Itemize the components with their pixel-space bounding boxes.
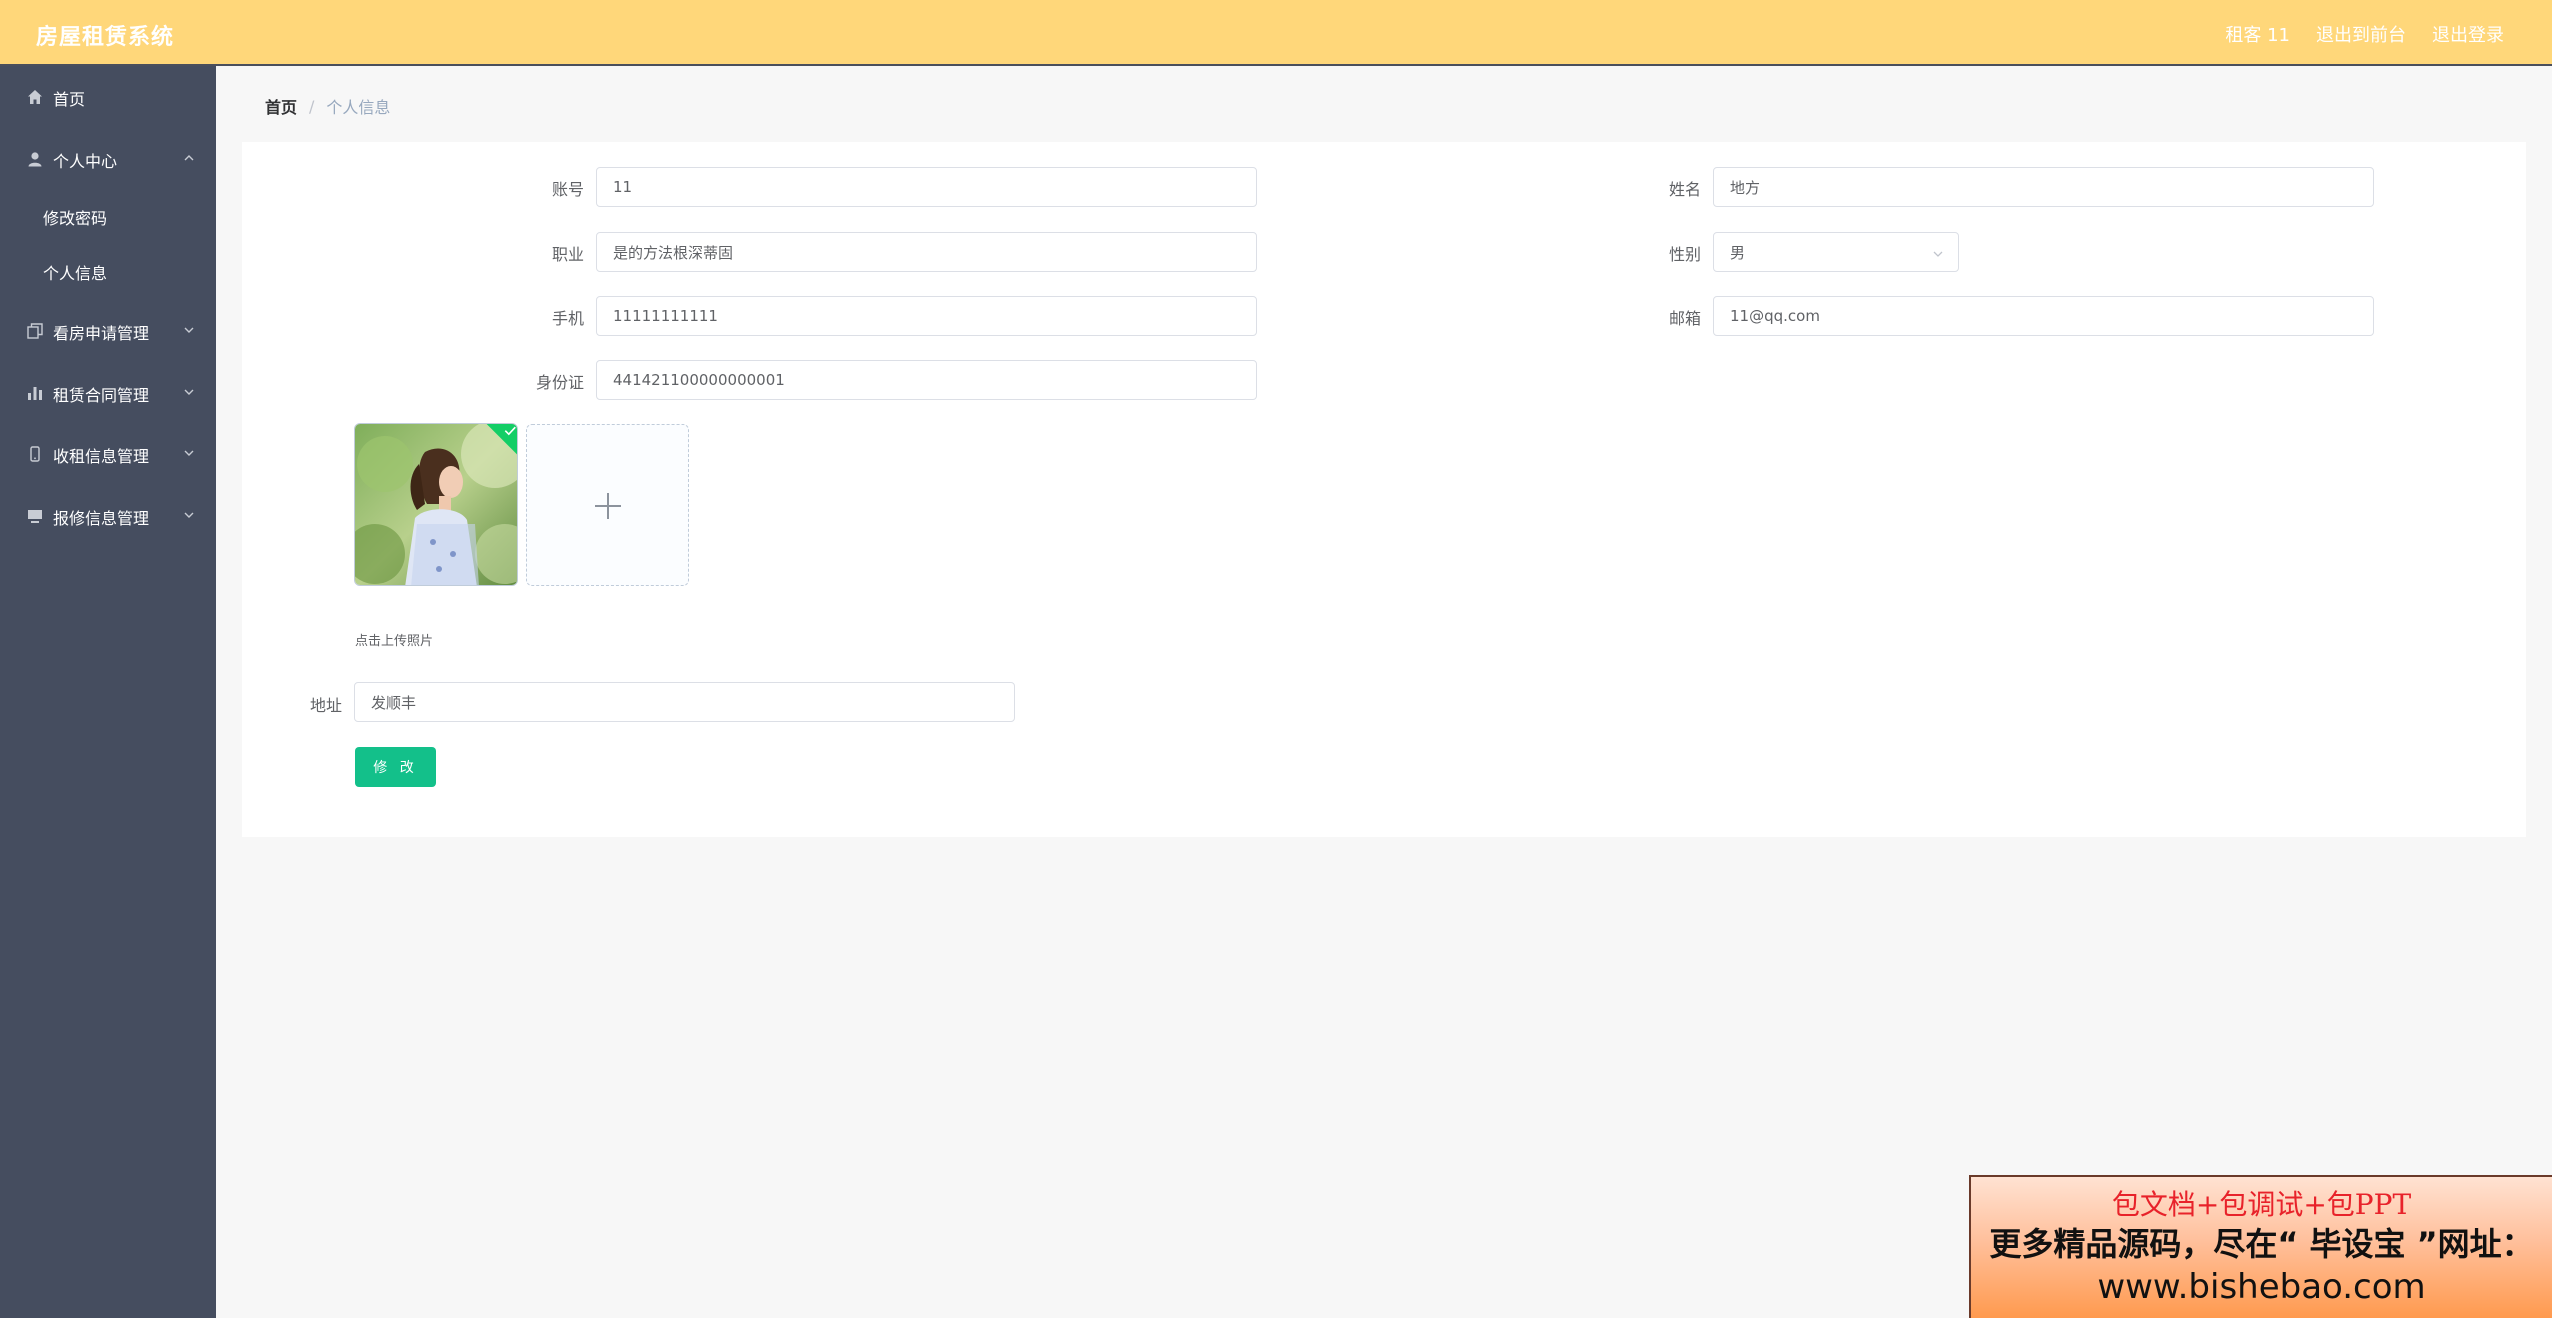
submit-update-button[interactable]: 修 改	[355, 747, 436, 787]
user-label: 租客 11	[2225, 25, 2290, 46]
gender-select[interactable]: 男	[1713, 232, 1959, 272]
sidebar-item-label: 看房申请管理	[53, 324, 150, 343]
app-title: 房屋租赁系统	[36, 25, 175, 50]
promo-url: www.bishebao.com	[2097, 1267, 2426, 1307]
account-field[interactable]: 11	[596, 167, 1257, 207]
photo-image	[355, 424, 517, 585]
sidebar-item-rent-collection[interactable]: 收租信息管理	[0, 433, 216, 473]
sidebar-item-viewing-requests[interactable]: 看房申请管理	[0, 310, 216, 350]
sidebar-item-label: 首页	[53, 90, 86, 109]
sidebar-subitem-label: 个人信息	[43, 264, 108, 283]
chevron-down-icon	[182, 445, 196, 459]
name-field[interactable]: 地方	[1713, 167, 2374, 207]
uploaded-photo-thumbnail[interactable]	[354, 423, 518, 586]
breadcrumb-home[interactable]: 首页	[265, 94, 297, 118]
name-label: 姓名	[1668, 180, 1701, 199]
breadcrumb-current: 个人信息	[326, 98, 391, 117]
photo-upload-button[interactable]	[526, 424, 689, 586]
sidebar-item-personal-center[interactable]: 个人中心	[0, 138, 216, 178]
sidebar-item-label: 报修信息管理	[53, 509, 150, 528]
job-label: 职业	[551, 245, 584, 264]
account-label: 账号	[551, 180, 584, 199]
copy-icon	[26, 322, 44, 340]
phone-icon	[26, 445, 44, 463]
id-card-field[interactable]: 441421100000000001	[596, 360, 1257, 400]
chevron-down-icon	[182, 507, 196, 521]
monitor-icon	[26, 507, 44, 525]
address-field[interactable]: 发顺丰	[354, 682, 1015, 722]
chevron-up-icon	[182, 150, 196, 164]
sidebar-subitem-change-password[interactable]: 修改密码	[0, 195, 216, 235]
id-card-label: 身份证	[535, 373, 584, 392]
phone-label: 手机	[551, 309, 584, 328]
breadcrumb: 首页 / 个人信息	[265, 94, 390, 118]
upload-tip: 点击上传照片	[355, 634, 434, 649]
top-header: 房屋租赁系统 租客 11 退出到前台 退出登录	[0, 0, 2552, 66]
plus-icon	[595, 493, 621, 519]
sidebar-item-home[interactable]: 首页	[0, 76, 216, 116]
bar-chart-icon	[26, 384, 44, 402]
promo-line-2: 更多精品源码，尽在“ 毕设宝 ”网址：	[1989, 1225, 2534, 1263]
chevron-down-icon	[1932, 246, 1944, 258]
check-icon	[504, 426, 516, 436]
gender-select-value: 男	[1730, 243, 1746, 262]
user-icon	[26, 150, 44, 168]
home-icon	[26, 88, 44, 106]
email-field[interactable]: 11@qq.com	[1713, 296, 2374, 336]
sidebar: 首页 个人中心 修改密码 个人信息 看房申请管理 租赁合同管理 收租信息管理 报…	[0, 66, 216, 1318]
job-field[interactable]: 是的方法根深蒂固	[596, 232, 1257, 272]
promo-line-1: 包文档+包调试+包PPT	[2111, 1188, 2412, 1221]
sidebar-item-label: 收租信息管理	[53, 447, 150, 466]
promo-banner: 包文档+包调试+包PPT 更多精品源码，尽在“ 毕设宝 ”网址： www.bis…	[1969, 1175, 2552, 1318]
phone-field[interactable]: 11111111111	[596, 296, 1257, 336]
back-to-frontend-link[interactable]: 退出到前台	[2316, 21, 2406, 47]
sidebar-item-label: 租赁合同管理	[53, 386, 150, 405]
header-actions: 租客 11 退出到前台 退出登录	[2225, 21, 2504, 47]
sidebar-subitem-personal-info[interactable]: 个人信息	[0, 250, 216, 290]
chevron-down-icon	[182, 384, 196, 398]
sidebar-item-label: 个人中心	[53, 152, 118, 171]
gender-label: 性别	[1668, 245, 1701, 264]
sidebar-item-lease-contracts[interactable]: 租赁合同管理	[0, 372, 216, 412]
breadcrumb-separator: /	[309, 96, 315, 116]
email-label: 邮箱	[1668, 309, 1701, 328]
sidebar-item-repair-requests[interactable]: 报修信息管理	[0, 495, 216, 535]
sidebar-subitem-label: 修改密码	[43, 209, 108, 228]
logout-link[interactable]: 退出登录	[2432, 21, 2504, 47]
address-label: 地址	[309, 696, 342, 715]
chevron-down-icon	[182, 322, 196, 336]
